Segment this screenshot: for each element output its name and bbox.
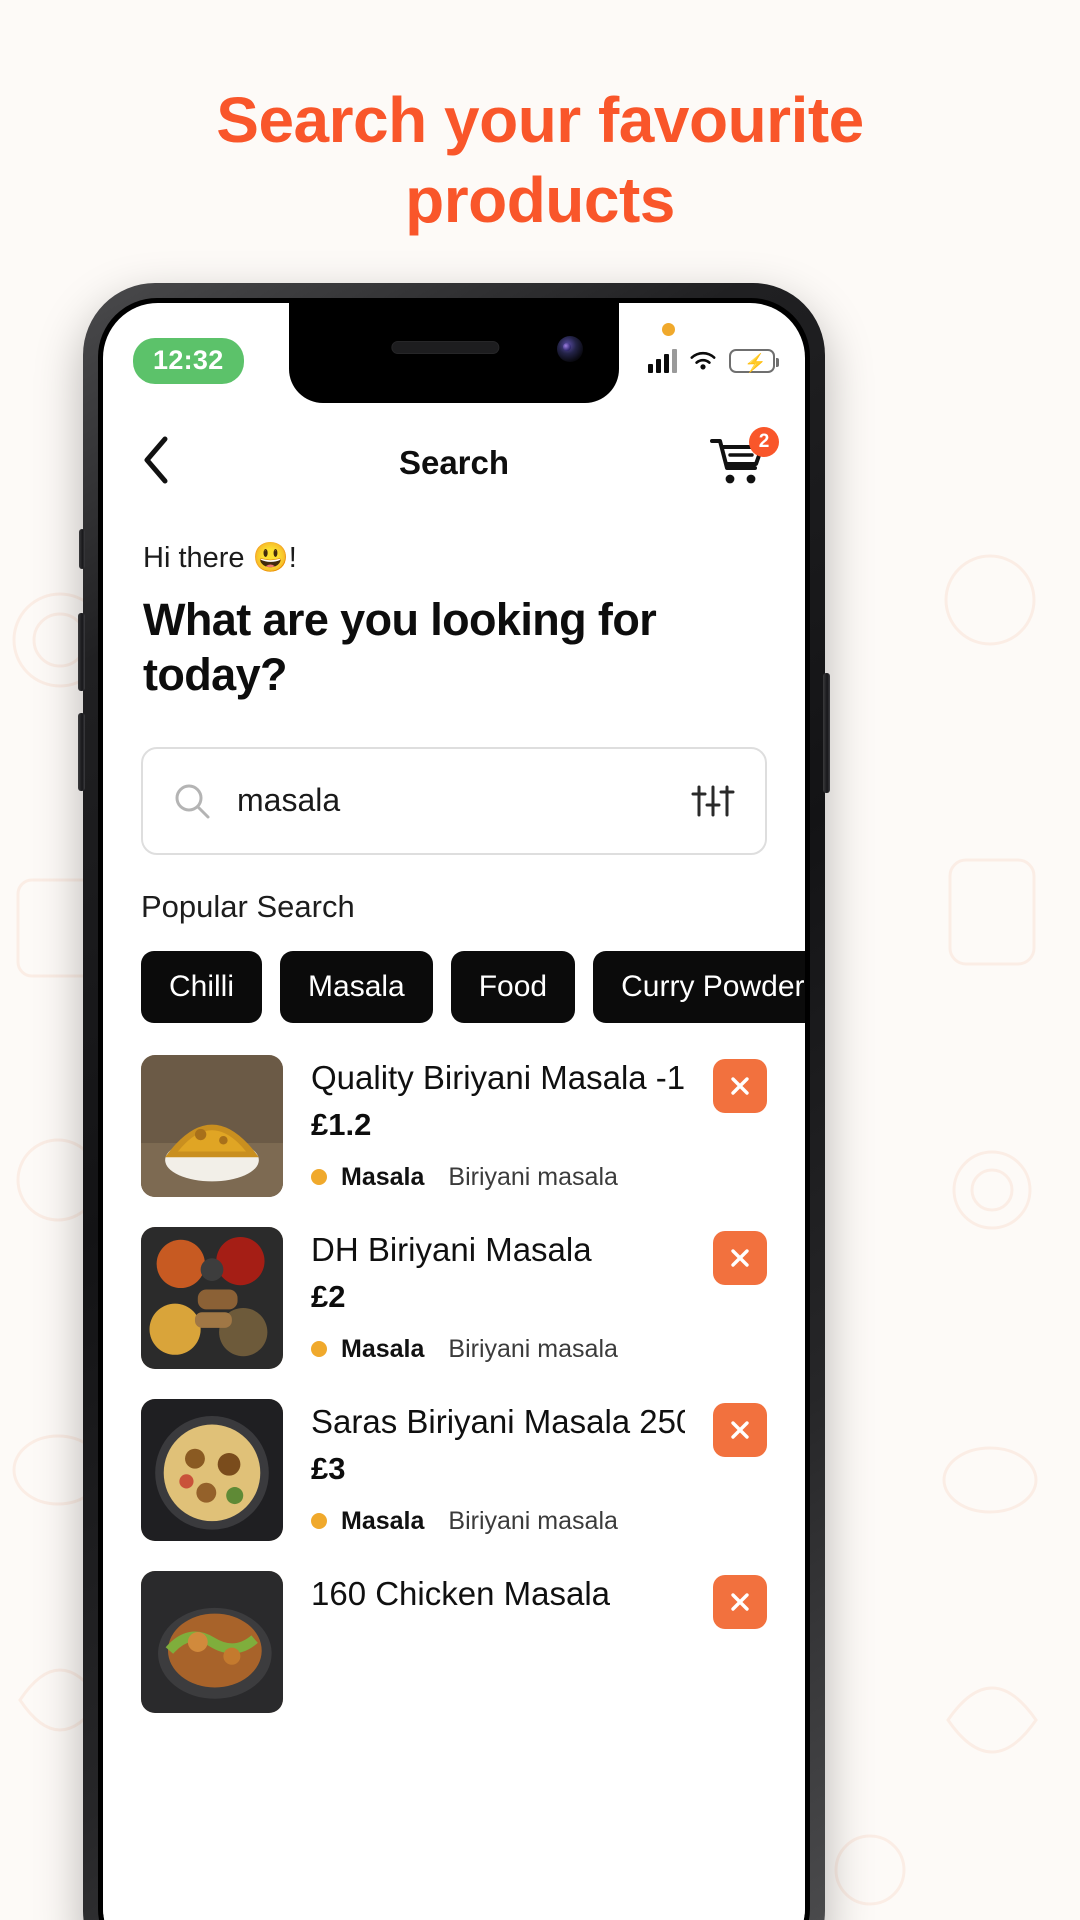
sliders-filter-icon[interactable] [691,781,735,821]
search-results-list: Quality Biriyani Masala -100g £1.2 Masal… [103,1023,805,1713]
remove-result-button[interactable] [713,1574,767,1629]
product-name: Quality Biriyani Masala -100g [311,1058,685,1096]
cellular-bars-icon [648,349,677,373]
wifi-icon [690,351,716,370]
volume-down-button[interactable] [78,713,85,791]
promo-screenshot: Search your favourite products 12:32 ⚡ S… [0,0,1080,1920]
search-field[interactable]: masala [141,746,767,855]
power-button[interactable] [823,673,830,793]
product-name: 160 Chicken Masala [311,1574,610,1612]
product-info: 160 Chicken Masala [311,1571,685,1613]
popular-search-label: Popular Search [141,888,355,924]
status-icons: ⚡ [648,323,779,373]
product-price: £3 [311,1450,346,1486]
product-thumbnail [141,1398,283,1541]
result-row[interactable]: Quality Biriyani Masala -100g £1.2 Masal… [103,1054,805,1197]
greeting-question: What are you looking for today? [143,594,657,700]
category-dot-icon [311,1169,327,1186]
notch [289,303,619,403]
close-icon [731,1077,749,1095]
chip-food[interactable]: Food [450,950,576,1023]
product-price: £1.2 [311,1106,372,1142]
product-subcategory: Biriyani masala [448,1334,618,1363]
phone-frame: 12:32 ⚡ Search 2 Hi there 😃! What are yo… [78,283,830,1920]
greeting-text: Hi there 😃! [143,542,297,574]
product-category: Masala [341,1334,425,1363]
silent-switch[interactable] [79,529,85,569]
navigation-bar: Search 2 [103,403,805,523]
remove-result-button[interactable] [713,1402,767,1457]
product-meta: Masala Biriyani masala [311,1335,685,1364]
close-icon [731,1593,749,1611]
status-time: 12:32 [133,338,244,384]
result-row[interactable]: DH Biriyani Masala £2 Masala Biriyani ma… [103,1226,805,1369]
product-info: DH Biriyani Masala £2 Masala Biriyani ma… [311,1227,685,1364]
product-subcategory: Biriyani masala [448,1162,618,1191]
product-info: Saras Biriyani Masala 250 £3 Masala Biri… [311,1399,685,1536]
promo-headline: Search your favourite products [216,84,864,236]
phone-bezel: 12:32 ⚡ Search 2 Hi there 😃! What are yo… [98,298,810,1920]
product-category: Masala [341,1506,425,1535]
phone-screen: 12:32 ⚡ Search 2 Hi there 😃! What are yo… [103,303,805,1920]
close-icon [731,1421,749,1439]
product-meta: Masala Biriyani masala [311,1163,685,1192]
battery-charging-icon: ⚡ [729,349,779,373]
earpiece-speaker [391,341,500,354]
front-camera-icon [557,336,583,362]
product-category: Masala [341,1162,425,1191]
search-icon [175,784,210,819]
product-name: DH Biriyani Masala [311,1230,592,1268]
category-dot-icon [311,1513,327,1530]
product-thumbnail [141,1054,283,1197]
volume-up-button[interactable] [78,613,85,691]
chip-curry-powder[interactable]: Curry Powder [593,950,805,1023]
recording-indicator-icon [662,323,675,336]
close-icon [731,1249,749,1267]
app-content: Search 2 Hi there 😃! What are you lookin… [103,403,805,1920]
chip-masala[interactable]: Masala [280,950,433,1023]
cart-count-badge: 2 [749,427,779,457]
product-price: £2 [311,1278,346,1314]
remove-result-button[interactable] [713,1058,767,1113]
popular-search-chips[interactable]: Chilli Masala Food Curry Powder Biriyani [103,925,805,1023]
product-thumbnail [141,1226,283,1369]
product-thumbnail [141,1570,283,1713]
result-row[interactable]: 160 Chicken Masala [103,1570,805,1713]
chip-chilli[interactable]: Chilli [141,950,263,1023]
page-title: Search [398,444,510,481]
cart-button[interactable]: 2 [709,427,779,491]
category-dot-icon [311,1341,327,1358]
product-info: Quality Biriyani Masala -100g £1.2 Masal… [311,1055,685,1192]
search-input-value[interactable]: masala [237,782,665,819]
remove-result-button[interactable] [713,1230,767,1285]
product-subcategory: Biriyani masala [448,1506,618,1535]
result-row[interactable]: Saras Biriyani Masala 250 £3 Masala Biri… [103,1398,805,1541]
product-meta: Masala Biriyani masala [311,1507,685,1536]
product-name: Saras Biriyani Masala 250 [311,1402,685,1440]
